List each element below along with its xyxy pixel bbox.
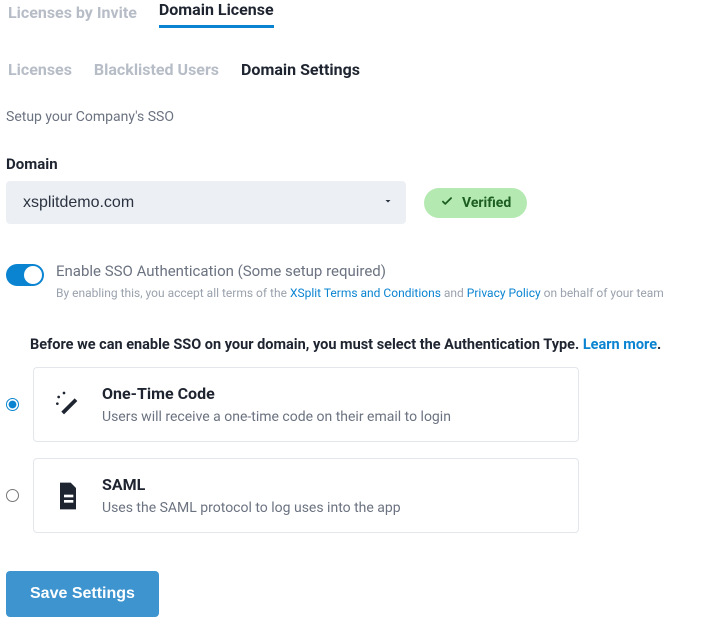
tabs-secondary: Licenses Blacklisted Users Domain Settin… [6, 60, 714, 79]
auth-type-heading: Before we can enable SSO on your domain,… [6, 336, 714, 353]
otc-desc: Users will receive a one-time code on th… [102, 409, 451, 425]
domain-select[interactable]: xsplitdemo.com [6, 181, 406, 224]
otc-title: One-Time Code [102, 384, 451, 403]
enable-sso-title: Enable SSO Authentication (Some setup re… [56, 262, 664, 280]
card-text: One-Time Code Users will receive a one-t… [102, 384, 451, 425]
subtab-domain-settings[interactable]: Domain Settings [241, 60, 360, 79]
auth-heading-after: you must select the Authentication Type. [313, 336, 583, 353]
learn-more-link[interactable]: Learn more [583, 336, 657, 353]
section-subtitle: Setup your Company's SSO [6, 109, 714, 125]
auth-options: One-Time Code Users will receive a one-t… [6, 367, 714, 533]
domain-row: xsplitdemo.com Verified [6, 181, 714, 224]
document-icon [52, 480, 84, 512]
privacy-link[interactable]: Privacy Policy [467, 286, 541, 300]
enable-sso-toggle[interactable] [6, 264, 44, 286]
radio-one-time-code[interactable] [6, 398, 19, 411]
card-text: SAML Uses the SAML protocol to log uses … [102, 475, 401, 516]
fineprint-and: and [441, 286, 467, 300]
radio-saml[interactable] [6, 489, 19, 502]
tab-licenses-by-invite[interactable]: Licenses by Invite [8, 3, 137, 28]
save-settings-button[interactable]: Save Settings [6, 571, 159, 617]
enable-sso-row: Enable SSO Authentication (Some setup re… [6, 262, 714, 300]
card-saml[interactable]: SAML Uses the SAML protocol to log uses … [33, 458, 579, 533]
verified-label: Verified [462, 195, 511, 211]
card-one-time-code[interactable]: One-Time Code Users will receive a one-t… [33, 367, 579, 442]
magic-wand-icon [52, 389, 84, 421]
terms-link[interactable]: XSplit Terms and Conditions [290, 286, 441, 300]
subtab-licenses[interactable]: Licenses [8, 60, 72, 79]
auth-heading-dot: . [657, 336, 661, 353]
toggle-knob [24, 266, 42, 284]
option-row-otc: One-Time Code Users will receive a one-t… [6, 367, 714, 442]
enable-sso-fineprint: By enabling this, you accept all terms o… [56, 286, 664, 300]
domain-label: Domain [6, 155, 714, 173]
auth-heading-comma: , [306, 336, 313, 353]
auth-heading-before: Before we can enable SSO on your domain [30, 336, 306, 353]
tab-domain-license[interactable]: Domain License [159, 0, 274, 28]
option-row-saml: SAML Uses the SAML protocol to log uses … [6, 458, 714, 533]
fineprint-prefix: By enabling this, you accept all terms o… [56, 286, 290, 300]
domain-select-wrap: xsplitdemo.com [6, 181, 406, 224]
check-icon [440, 194, 454, 212]
subtab-blacklisted-users[interactable]: Blacklisted Users [94, 60, 219, 79]
saml-title: SAML [102, 475, 401, 494]
saml-desc: Uses the SAML protocol to log uses into … [102, 500, 401, 516]
verified-badge: Verified [424, 188, 527, 218]
fineprint-suffix: on behalf of your team [541, 286, 664, 300]
enable-sso-text: Enable SSO Authentication (Some setup re… [56, 262, 664, 300]
tabs-primary: Licenses by Invite Domain License [6, 0, 714, 28]
